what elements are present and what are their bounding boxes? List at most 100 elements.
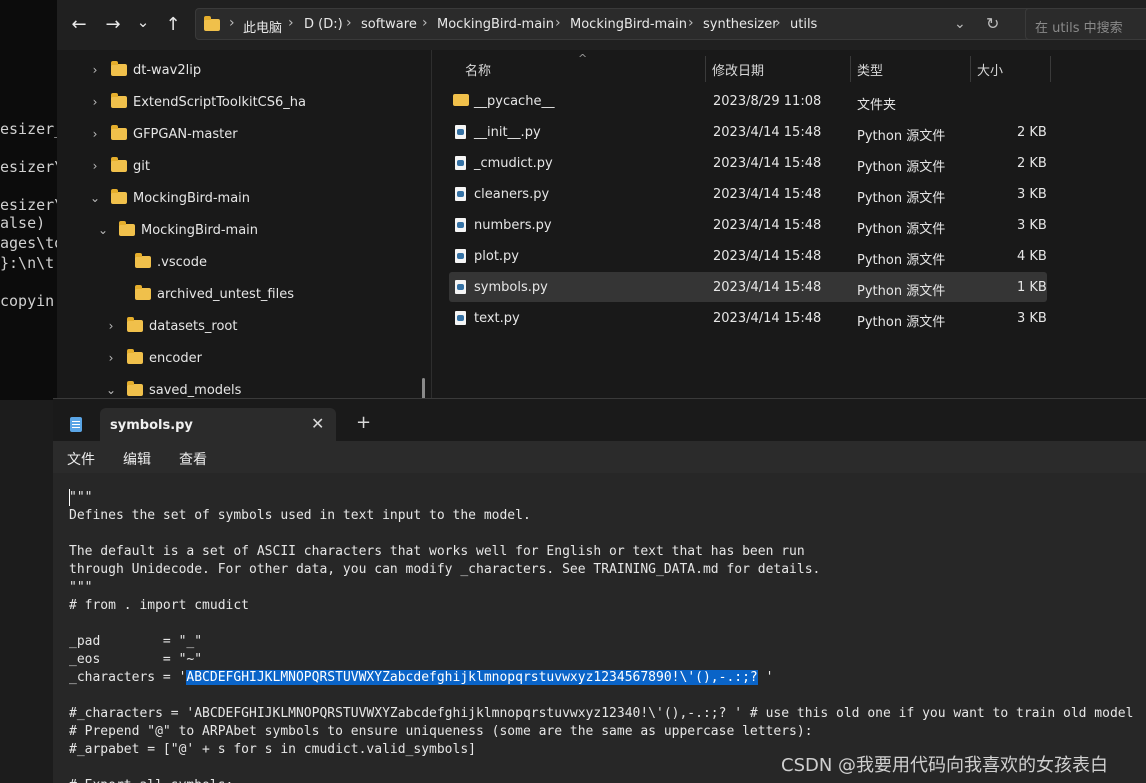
- tree-item[interactable]: › git: [87, 150, 150, 182]
- folder-icon: [127, 317, 143, 332]
- column-header-name[interactable]: 名称: [465, 60, 491, 79]
- chevron-down-icon[interactable]: ⌄: [954, 16, 966, 32]
- forward-arrow-icon[interactable]: →: [99, 10, 127, 38]
- tree-item[interactable]: › ExtendScriptToolkitCS6_ha: [87, 86, 306, 118]
- tree-item[interactable]: ⌄ saved_models: [103, 374, 241, 400]
- file-type: Python 源文件: [857, 253, 946, 268]
- file-date: 2023/4/14 15:48: [713, 249, 822, 264]
- chevron-right-icon[interactable]: ›: [103, 351, 119, 365]
- terminal-line: copyin: [0, 292, 55, 310]
- code-line: # from . import cmudict: [69, 598, 250, 613]
- chevron-down-icon[interactable]: ⌄: [103, 383, 119, 397]
- tree-item-label: encoder: [149, 350, 202, 366]
- column-divider[interactable]: [970, 56, 971, 82]
- column-header-type[interactable]: 类型: [857, 60, 883, 79]
- breadcrumb-item[interactable]: MockingBird-main: [570, 17, 687, 32]
- file-type: Python 源文件: [857, 191, 946, 206]
- chevron-down-icon[interactable]: ⌄: [95, 223, 111, 237]
- notepad-window: symbols.py ✕ + 文件 编辑 查看 """ Defines the s…: [53, 398, 1146, 783]
- chevron-down-icon[interactable]: ⌄: [87, 191, 103, 205]
- file-type: Python 源文件: [857, 284, 946, 299]
- tree-item[interactable]: › GFPGAN-master: [87, 118, 238, 150]
- file-name: cleaners.py: [474, 187, 550, 202]
- python-file-icon: [455, 280, 466, 294]
- tree-item[interactable]: › encoder: [103, 342, 202, 374]
- folder-icon: [111, 93, 127, 108]
- refresh-icon[interactable]: ↻: [986, 14, 999, 33]
- menu-bar: 文件 编辑 查看: [53, 441, 1146, 473]
- menu-file[interactable]: 文件: [67, 449, 95, 469]
- file-row[interactable]: text.py 2023/4/14 15:48 Python 源文件 3 KB: [449, 303, 1047, 333]
- back-arrow-icon[interactable]: ←: [65, 10, 93, 38]
- tree-item[interactable]: ⌄ MockingBird-main: [87, 182, 250, 214]
- file-row[interactable]: _cmudict.py 2023/4/14 15:48 Python 源文件 2 KB: [449, 148, 1047, 178]
- pane-divider[interactable]: [431, 50, 432, 400]
- column-divider[interactable]: [705, 56, 706, 82]
- file-list: 名称 ^ 修改日期 类型 大小 __pycache__ 2023/8/29 11:…: [433, 50, 1146, 400]
- text-editor[interactable]: """ Defines the set of symbols used in te…: [53, 473, 1146, 783]
- tree-item[interactable]: ⌄ MockingBird-main: [95, 214, 258, 246]
- chevron-right-icon[interactable]: ›: [87, 63, 103, 77]
- navigation-pane: › dt-wav2lip › ExtendScriptToolkitCS6_ha › GF…: [57, 50, 432, 400]
- breadcrumb-item[interactable]: D (D:): [304, 17, 343, 32]
- code-line: _eos = "~": [69, 652, 203, 667]
- breadcrumb-item[interactable]: utils: [790, 17, 817, 32]
- code-line: Defines the set of symbols used in text …: [69, 508, 531, 523]
- chevron-right-icon[interactable]: ›: [87, 95, 103, 109]
- file-date: 2023/8/29 11:08: [713, 94, 822, 109]
- search-input[interactable]: 在 utils 中搜索: [1025, 8, 1146, 40]
- tree-item-label: MockingBird-main: [141, 222, 259, 238]
- chevron-right-icon[interactable]: ›: [87, 127, 103, 141]
- file-type: Python 源文件: [857, 315, 946, 330]
- column-divider[interactable]: [850, 56, 851, 82]
- recent-locations-icon[interactable]: ⌄: [129, 8, 157, 36]
- folder-icon: [111, 125, 127, 140]
- column-divider[interactable]: [1050, 56, 1051, 82]
- up-arrow-icon[interactable]: ↑: [159, 10, 187, 38]
- tab-strip: symbols.py ✕ +: [53, 399, 1146, 441]
- menu-view[interactable]: 查看: [179, 449, 207, 469]
- folder-icon: [111, 157, 127, 172]
- tree-item[interactable]: archived_untest_files: [111, 278, 294, 310]
- column-header-size[interactable]: 大小: [977, 60, 1003, 79]
- file-name: text.py: [474, 311, 520, 326]
- breadcrumb-item[interactable]: synthesizer: [703, 17, 778, 32]
- breadcrumb-item[interactable]: software: [361, 17, 417, 32]
- file-type: Python 源文件: [857, 222, 946, 237]
- tree-item-label: saved_models: [149, 382, 242, 398]
- menu-edit[interactable]: 编辑: [123, 449, 151, 469]
- tree-item[interactable]: .vscode: [111, 246, 207, 278]
- python-file-icon: [455, 249, 466, 263]
- new-tab-button[interactable]: +: [356, 412, 371, 433]
- scrollbar[interactable]: [422, 378, 425, 400]
- tree-item[interactable]: › dt-wav2lip: [87, 54, 201, 86]
- tab-symbols-py[interactable]: symbols.py ✕: [100, 408, 336, 441]
- close-icon[interactable]: ✕: [311, 414, 324, 433]
- address-bar[interactable]: › 此电脑 › D (D:) › software › MockingBird-main › M…: [195, 8, 1067, 40]
- file-row[interactable]: __pycache__ 2023/8/29 11:08 文件夹: [449, 86, 1047, 116]
- code-line: The default is a set of ASCII characters…: [69, 544, 805, 559]
- column-header-date[interactable]: 修改日期: [712, 60, 764, 79]
- chevron-right-icon[interactable]: ›: [103, 319, 119, 333]
- file-row[interactable]: plot.py 2023/4/14 15:48 Python 源文件 4 KB: [449, 241, 1047, 271]
- breadcrumb-item[interactable]: 此电脑: [243, 17, 282, 36]
- chevron-right-icon[interactable]: ›: [87, 159, 103, 173]
- breadcrumb-item[interactable]: MockingBird-main: [437, 17, 554, 32]
- terminal-line: alse): [0, 214, 46, 232]
- breadcrumb-separator: ›: [229, 15, 235, 31]
- file-row[interactable]: numbers.py 2023/4/14 15:48 Python 源文件 3 KB: [449, 210, 1047, 240]
- file-row[interactable]: symbols.py 2023/4/14 15:48 Python 源文件 1 KB: [449, 272, 1047, 302]
- file-row[interactable]: __init__.py 2023/4/14 15:48 Python 源文件 2 KB: [449, 117, 1047, 147]
- tree-item-label: dt-wav2lip: [133, 62, 202, 78]
- tree-item[interactable]: › datasets_root: [103, 310, 238, 342]
- file-size: 3 KB: [1017, 311, 1047, 326]
- file-size: 3 KB: [1017, 187, 1047, 202]
- breadcrumb-separator: ›: [422, 15, 428, 31]
- breadcrumb-separator: ›: [555, 15, 561, 31]
- folder-icon: [111, 189, 127, 204]
- file-type: Python 源文件: [857, 160, 946, 175]
- file-type: 文件夹: [857, 98, 897, 113]
- file-row[interactable]: cleaners.py 2023/4/14 15:48 Python 源文件 3 KB: [449, 179, 1047, 209]
- terminal-window: esizer_ esizer\ esizer\ alse) ages\to}:\n\t c…: [0, 0, 57, 400]
- terminal-line: esizer\: [0, 196, 57, 214]
